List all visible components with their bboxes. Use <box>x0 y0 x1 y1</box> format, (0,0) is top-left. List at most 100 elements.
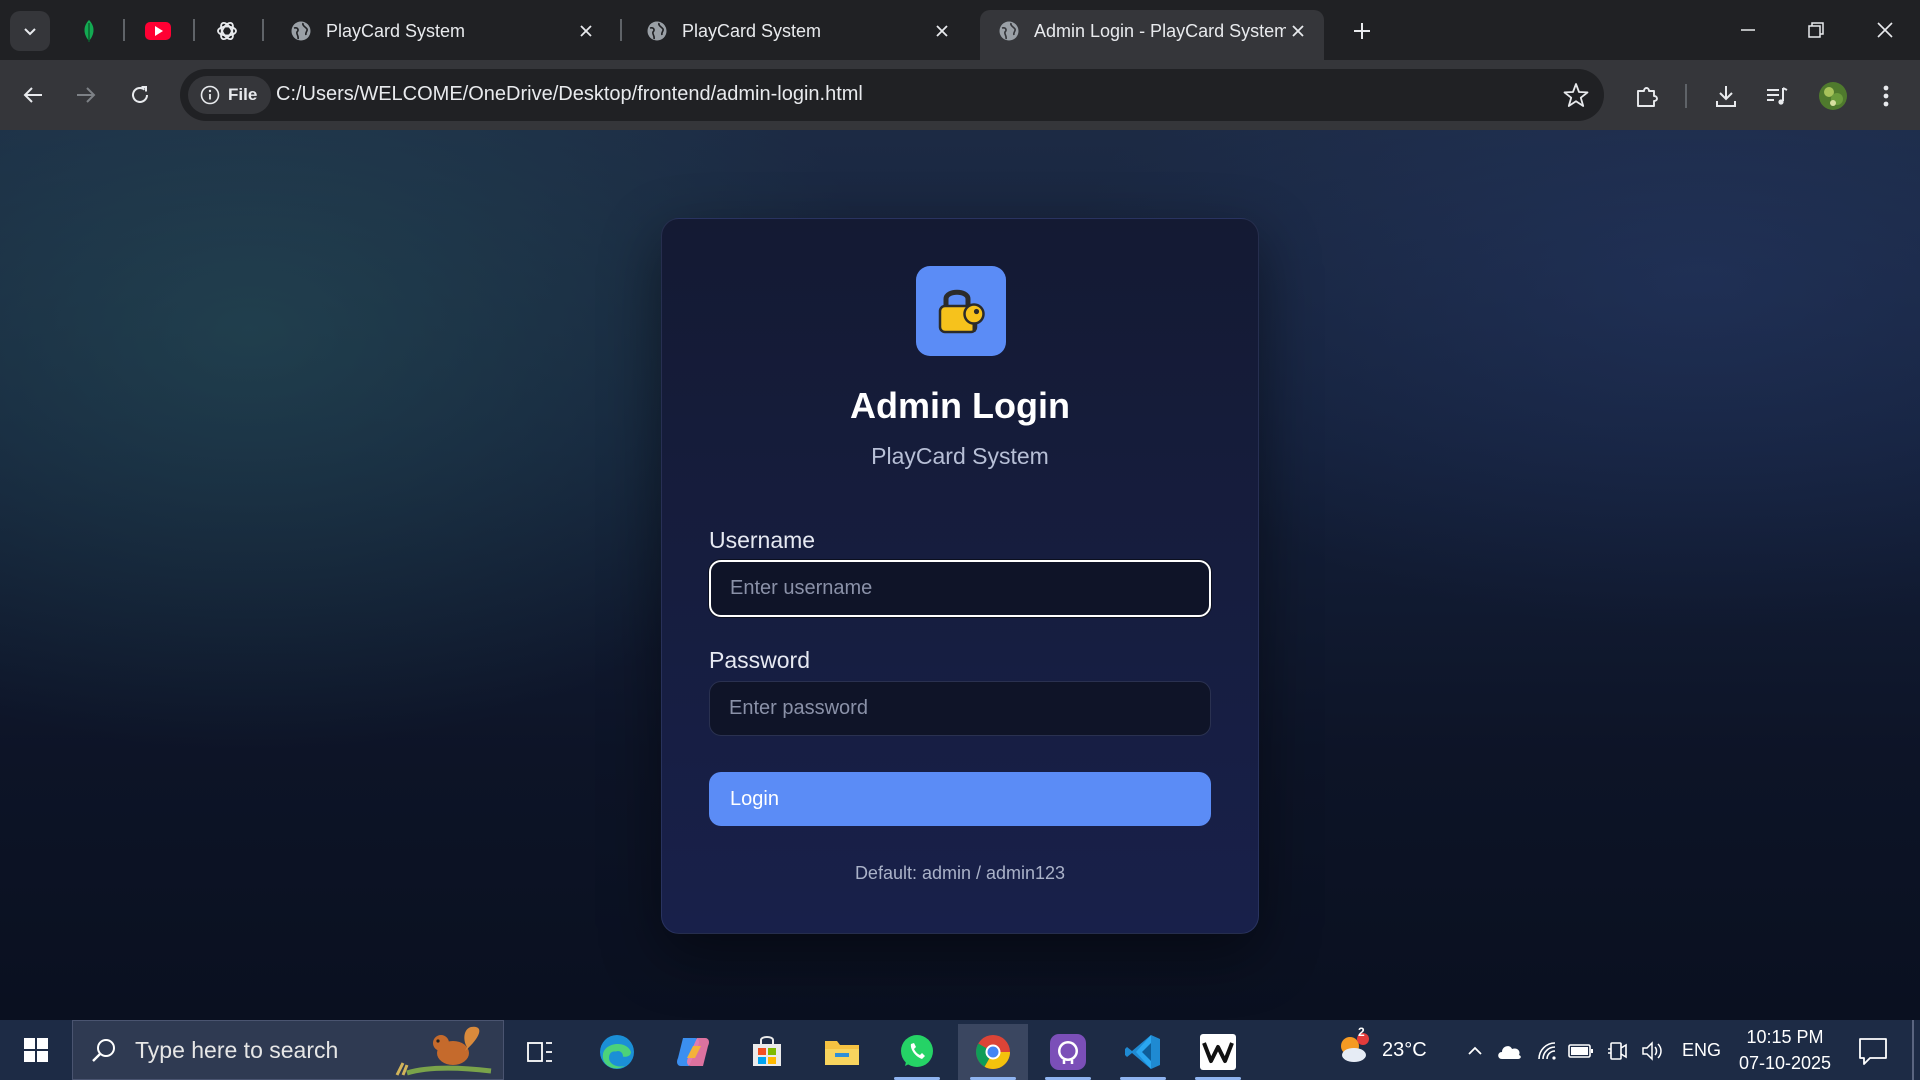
tab-separator <box>193 19 195 41</box>
close-icon <box>580 25 592 37</box>
network-tray-button[interactable] <box>1534 1038 1560 1064</box>
tab-title: PlayCard System <box>326 20 466 41</box>
youtube-icon <box>145 22 171 40</box>
onedrive-tray-button[interactable] <box>1496 1038 1522 1064</box>
minimize-icon <box>1741 29 1755 31</box>
close-window-button[interactable] <box>1855 8 1915 52</box>
globe-icon <box>999 21 1019 41</box>
pinned-tab-leaf[interactable] <box>72 14 106 48</box>
chrome-icon <box>976 1035 1010 1069</box>
url-text: C:/Users/WELCOME/OneDrive/Desktop/fronte… <box>276 83 863 105</box>
page-viewport: Admin Login PlayCard System Username Pas… <box>0 130 1920 1020</box>
taskbar-clock[interactable]: 10:15 PM 07-10-2025 <box>1730 1024 1840 1076</box>
minimize-button[interactable] <box>1718 8 1778 52</box>
back-button[interactable] <box>12 74 54 116</box>
new-tab-button[interactable] <box>1345 14 1379 48</box>
taskbar-app-github[interactable] <box>1033 1024 1103 1080</box>
password-input[interactable] <box>709 681 1211 736</box>
squirrel-illustration-icon <box>395 1026 492 1076</box>
tab-playcard-1[interactable]: PlayCard System <box>272 10 612 52</box>
clock-time: 10:15 PM <box>1746 1027 1824 1047</box>
tab-separator <box>620 19 622 41</box>
windows-taskbar: Type here to search 2 23°C ENG 10:15 PM … <box>0 1020 1920 1080</box>
tab-search-button[interactable] <box>10 11 50 51</box>
windows-logo-icon <box>24 1038 48 1062</box>
login-card: Admin Login PlayCard System Username Pas… <box>661 218 1259 934</box>
more-vert-icon <box>1883 85 1889 107</box>
pinned-tab-openai[interactable] <box>210 14 244 48</box>
show-desktop-button[interactable] <box>1912 1020 1914 1080</box>
input-language[interactable]: ENG <box>1682 1040 1721 1061</box>
login-button[interactable]: Login <box>709 772 1211 826</box>
taskbar-app-file-explorer[interactable] <box>807 1024 877 1080</box>
address-bar[interactable]: File C:/Users/WELCOME/OneDrive/Desktop/f… <box>180 69 1604 121</box>
chevron-up-icon <box>1468 1046 1482 1055</box>
reload-button[interactable] <box>119 74 161 116</box>
meet-now-tray-button[interactable] <box>1605 1038 1631 1064</box>
download-icon <box>1716 86 1736 107</box>
tab-separator <box>123 19 125 41</box>
logo-tile <box>916 266 1006 356</box>
close-icon <box>1292 25 1304 37</box>
reload-icon <box>132 86 148 103</box>
notification-center-icon[interactable] <box>1856 1034 1890 1068</box>
bookmark-star-icon[interactable] <box>1562 81 1590 109</box>
search-placeholder: Type here to search <box>135 1036 339 1063</box>
page-subtitle: PlayCard System <box>871 443 1049 469</box>
playlist-music-icon <box>1767 87 1788 105</box>
taskbar-app-chrome[interactable] <box>958 1024 1028 1080</box>
volume-tray-button[interactable] <box>1640 1038 1666 1064</box>
username-label: Username <box>709 527 816 553</box>
speaker-volume-icon <box>1642 1041 1662 1061</box>
globe-icon <box>647 21 667 41</box>
downloads-button[interactable] <box>1706 76 1746 116</box>
username-input[interactable] <box>709 560 1211 617</box>
site-chip-label: File <box>228 85 258 104</box>
site-info-chip[interactable]: File <box>188 76 272 114</box>
whatsapp-icon <box>901 1035 933 1067</box>
forward-button[interactable] <box>65 74 107 116</box>
restore-button[interactable] <box>1786 8 1846 52</box>
extensions-button[interactable] <box>1627 76 1667 116</box>
taskbar-app-whatsapp[interactable] <box>882 1024 952 1080</box>
taskbar-search-box[interactable]: Type here to search <box>72 1020 504 1080</box>
taskbar-app-store[interactable] <box>732 1024 802 1080</box>
profile-avatar[interactable] <box>1813 76 1853 116</box>
task-view-button[interactable] <box>505 1024 575 1080</box>
clock-date: 07-10-2025 <box>1738 1053 1832 1073</box>
puzzle-icon <box>1637 87 1658 107</box>
weather-temperature[interactable]: 23°C <box>1382 1039 1427 1062</box>
plus-icon <box>1354 23 1370 39</box>
browser-toolbar: File C:/Users/WELCOME/OneDrive/Desktop/f… <box>0 60 1920 130</box>
taskbar-app-edge[interactable] <box>582 1024 652 1080</box>
wifi-icon <box>1538 1042 1556 1060</box>
taskbar-app-vscode[interactable] <box>1108 1024 1178 1080</box>
start-button[interactable] <box>10 1028 62 1072</box>
search-icon <box>92 1039 115 1062</box>
video-camera-icon <box>1608 1042 1627 1060</box>
tab-close-button[interactable] <box>1286 19 1310 43</box>
battery-tray-button[interactable] <box>1568 1038 1594 1064</box>
info-icon <box>200 85 220 105</box>
onedrive-cloud-icon <box>1498 1046 1521 1059</box>
tab-playcard-2[interactable]: PlayCard System <box>628 10 968 52</box>
tab-close-button[interactable] <box>574 19 598 43</box>
pinned-tab-youtube[interactable] <box>141 14 175 48</box>
media-controls-button[interactable] <box>1757 76 1797 116</box>
vscode-icon <box>1125 1035 1160 1069</box>
store-icon <box>753 1036 781 1066</box>
taskbar-app-wondershare[interactable] <box>1183 1024 1253 1080</box>
browser-menu-button[interactable] <box>1866 76 1906 116</box>
openai-icon <box>217 21 237 41</box>
weather-badge: 2 <box>1358 1025 1365 1039</box>
toolbar-separator <box>1685 84 1687 108</box>
battery-icon <box>1568 1044 1593 1058</box>
tab-separator <box>262 19 264 41</box>
taskbar-app-copilot[interactable] <box>658 1024 728 1080</box>
show-hidden-icons-button[interactable] <box>1462 1038 1488 1064</box>
wondershare-icon <box>1200 1034 1236 1070</box>
page-title: Admin Login <box>850 385 1070 426</box>
edge-icon <box>600 1035 634 1069</box>
tab-close-button[interactable] <box>930 19 954 43</box>
tab-admin-login[interactable]: Admin Login - PlayCard System <box>980 10 1324 60</box>
